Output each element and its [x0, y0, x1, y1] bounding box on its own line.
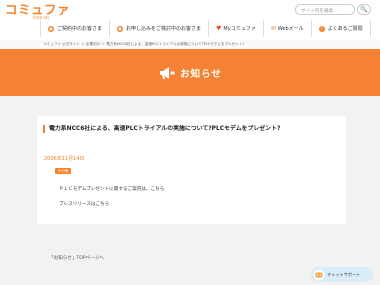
chat-support-label: チャットサポート — [327, 271, 361, 277]
header: コミュファ from ctc 🔍 ● ご契約中のお客さま ● お申し込みをご検討… — [0, 0, 380, 40]
person-icon: ● — [117, 25, 124, 32]
article-card: 電力系NCC6社による、高速PLCトライアルの実施について?PLCモデムをプレゼ… — [37, 116, 346, 224]
nav-item-label: Myコミュファ — [223, 26, 256, 32]
heart-icon: ♥ — [216, 25, 222, 32]
news-top-link[interactable]: 「お知らせ」TOPページへ — [49, 255, 104, 261]
megaphone-icon — [160, 66, 175, 79]
article-date: 2006年11月14日 — [44, 156, 85, 162]
search-input[interactable] — [295, 4, 355, 15]
mail-icon: ✉ — [270, 25, 276, 32]
nav-item-prospective-customers[interactable]: ● お申し込みをご検討中のお客さま — [109, 20, 208, 37]
nav-item-label: ご契約中のお客さま — [57, 26, 103, 32]
commufa-logo[interactable]: コミュファ from ctc — [5, 3, 70, 21]
nav-item-faq[interactable]: ? よくあるご質問 — [310, 20, 371, 37]
category-badge: その他 — [55, 168, 71, 174]
nav-item-label: お申し込みをご検討中のお客さま — [126, 26, 202, 32]
chat-support-button[interactable]: チャットサポート — [311, 267, 373, 282]
nav-item-label: Webメール — [277, 26, 304, 32]
breadcrumb: コミュファ 公式サイト ＞ 企業向け ＞ 電力系NCC6社による、高速PLCトラ… — [0, 40, 380, 49]
nav-item-my-commufa[interactable]: ♥ Myコミュファ — [208, 20, 263, 37]
press-release-link[interactable]: プレスリリースはこちら — [59, 201, 109, 207]
page: コミュファ from ctc 🔍 ● ご契約中のお客さま ● お申し込みをご検討… — [0, 0, 380, 285]
article-title: 電力系NCC6社による、高速PLCトライアルの実施について?PLCモデムをプレゼ… — [43, 125, 280, 133]
search-button[interactable]: 🔍 — [357, 4, 371, 15]
page-banner: お知らせ — [0, 49, 380, 96]
nav-item-webmail[interactable]: ✉ Webメール — [262, 20, 311, 37]
nav-item-label: よくあるご質問 — [327, 26, 363, 32]
nav-item-current-customers[interactable]: ● ご契約中のお客さま — [40, 20, 109, 37]
plc-modem-present-link[interactable]: ＰＬＣモデムプレゼントに関するご案内は、こちら — [59, 186, 164, 192]
page-title: お知らせ — [180, 68, 222, 80]
question-icon: ? — [318, 25, 325, 32]
global-nav: ● ご契約中のお客さま ● お申し込みをご検討中のお客さま ♥ Myコミュファ … — [40, 20, 371, 37]
search-icon: 🔍 — [360, 6, 368, 13]
chat-robot-icon — [313, 269, 325, 280]
person-icon: ● — [48, 25, 54, 32]
